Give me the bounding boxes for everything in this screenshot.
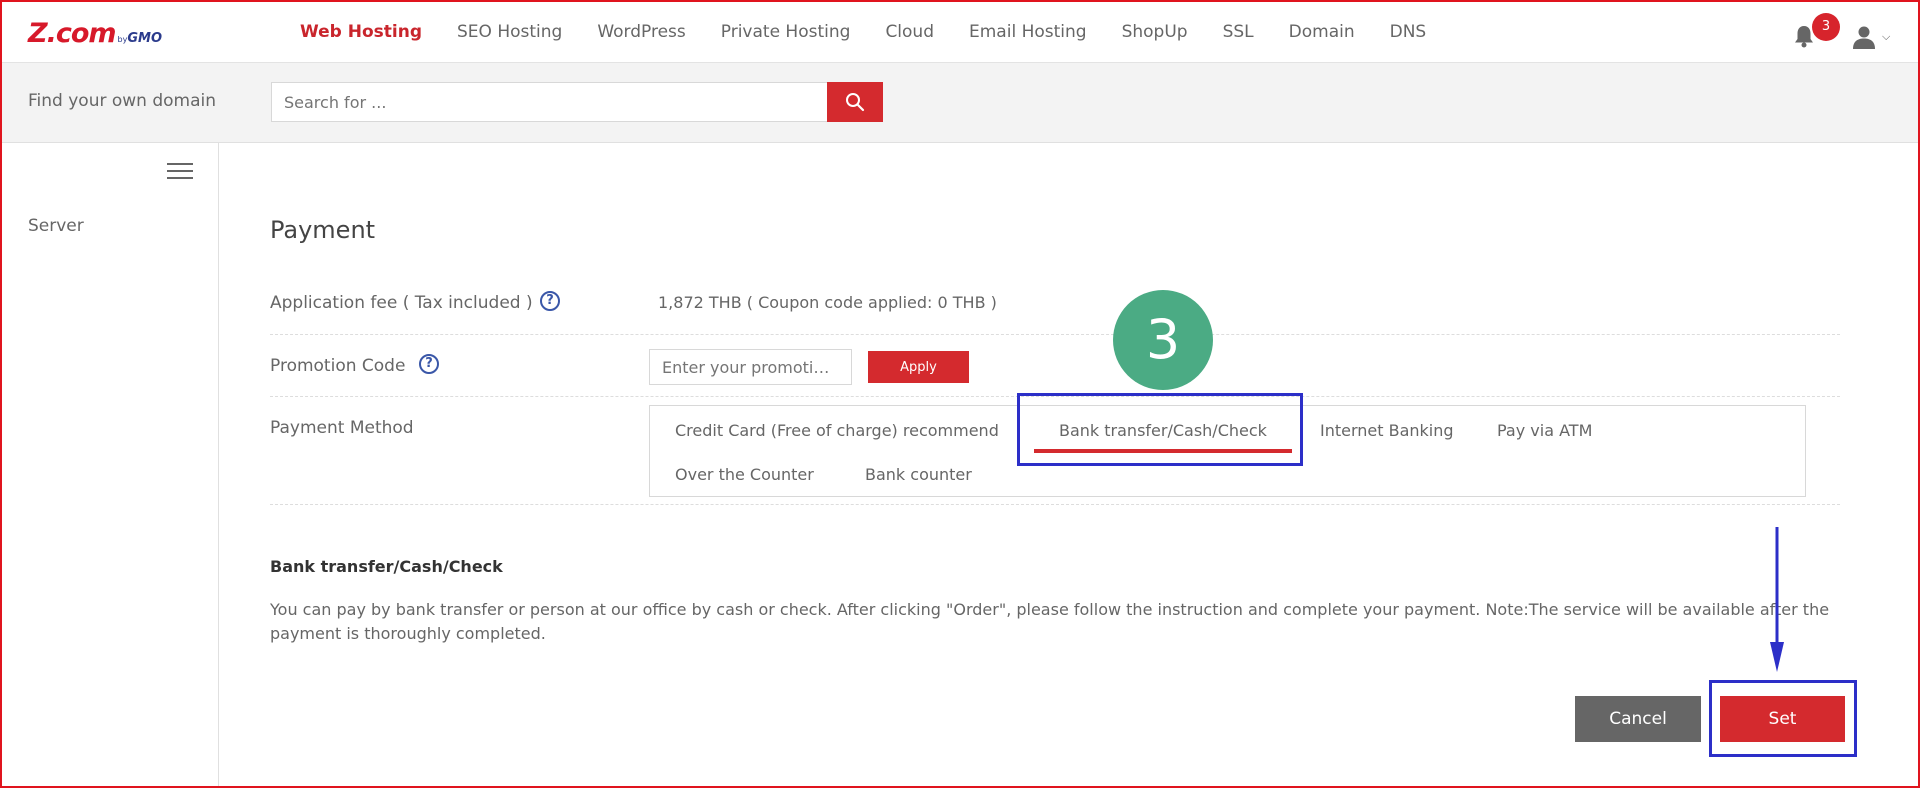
divider — [270, 504, 1840, 505]
divider — [270, 396, 1840, 397]
divider — [270, 334, 1840, 335]
logo-gmo-text: GMO — [127, 31, 163, 46]
step-number-badge: 3 — [1113, 290, 1213, 390]
search-icon — [846, 93, 865, 112]
user-icon[interactable] — [1852, 25, 1876, 49]
nav-item-seo-hosting[interactable]: SEO Hosting — [457, 22, 562, 42]
nav-item-shopup[interactable]: ShopUp — [1122, 22, 1188, 42]
logo-by-text: by — [117, 35, 128, 44]
application-fee-value: 1,872 THB ( Coupon code applied: 0 THB ) — [658, 293, 997, 312]
nav-item-domain[interactable]: Domain — [1289, 22, 1355, 42]
main-menu: Web Hosting SEO Hosting WordPress Privat… — [300, 0, 1461, 63]
search-button[interactable] — [827, 82, 883, 122]
top-navigation: Z.com by GMO Web Hosting SEO Hosting Wor… — [0, 0, 1920, 63]
sidebar: Server — [2, 143, 219, 786]
promotion-code-label: Promotion Code — [270, 356, 406, 376]
method-bank-counter[interactable]: Bank counter — [865, 465, 972, 484]
zcom-logo[interactable]: Z.com by GMO — [28, 18, 163, 49]
nav-item-cloud[interactable]: Cloud — [885, 22, 934, 42]
nav-item-dns[interactable]: DNS — [1390, 22, 1427, 42]
cancel-button[interactable]: Cancel — [1575, 696, 1701, 742]
nav-item-ssl[interactable]: SSL — [1223, 22, 1254, 42]
nav-item-private-hosting[interactable]: Private Hosting — [721, 22, 851, 42]
nav-item-wordpress[interactable]: WordPress — [597, 22, 685, 42]
apply-button[interactable]: Apply — [868, 351, 969, 383]
sidebar-item-server[interactable]: Server — [28, 216, 84, 236]
annotation-arrow-icon — [1770, 527, 1784, 672]
method-credit-card[interactable]: Credit Card (Free of charge) recommend — [675, 421, 999, 440]
application-fee-label: Application fee ( Tax included ) — [270, 293, 533, 313]
payment-method-options: Credit Card (Free of charge) recommend B… — [649, 405, 1806, 497]
chevron-down-icon[interactable]: ⌵ — [1882, 30, 1890, 44]
notification-badge: 3 — [1812, 13, 1840, 41]
page-title: Payment — [270, 216, 376, 244]
help-icon[interactable]: ? — [540, 291, 560, 311]
help-icon[interactable]: ? — [419, 354, 439, 374]
nav-item-email-hosting[interactable]: Email Hosting — [969, 22, 1087, 42]
method-pay-via-atm[interactable]: Pay via ATM — [1497, 421, 1592, 440]
search-input[interactable] — [271, 82, 828, 122]
hamburger-menu-icon[interactable] — [167, 163, 195, 183]
method-info-title: Bank transfer/Cash/Check — [270, 557, 503, 576]
find-domain-label: Find your own domain — [28, 91, 217, 111]
domain-search-bar: Find your own domain — [2, 63, 1918, 143]
method-over-the-counter[interactable]: Over the Counter — [675, 465, 814, 484]
method-info-text: You can pay by bank transfer or person a… — [270, 600, 1830, 643]
logo-main-text: Z.com — [28, 18, 117, 49]
method-bank-transfer[interactable]: Bank transfer/Cash/Check — [1034, 421, 1292, 453]
payment-panel: Payment Application fee ( Tax included )… — [220, 143, 1918, 786]
payment-method-label: Payment Method — [270, 418, 414, 438]
method-internet-banking[interactable]: Internet Banking — [1320, 421, 1454, 440]
set-button[interactable]: Set — [1720, 696, 1845, 742]
nav-item-web-hosting[interactable]: Web Hosting — [300, 22, 422, 42]
promotion-code-input[interactable] — [649, 349, 852, 385]
